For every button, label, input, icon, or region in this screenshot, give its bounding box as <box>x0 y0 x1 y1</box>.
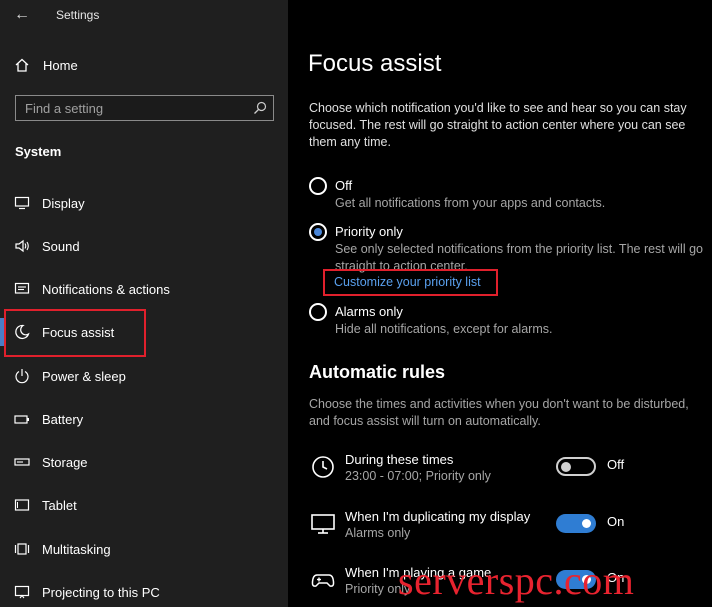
watermark: serverspc.com <box>398 558 635 603</box>
storage-icon <box>14 458 30 466</box>
radio-description: Get all notifications from your apps and… <box>335 196 606 210</box>
projecting-icon <box>14 585 30 599</box>
radio-label: Alarms only <box>335 304 403 319</box>
rule-during-these-times[interactable]: During these times 23:00 - 07:00; Priori… <box>309 452 709 492</box>
speaker-icon <box>15 239 29 253</box>
window-title: Settings <box>56 8 100 22</box>
main-content: Focus assist Choose which notification y… <box>288 0 712 607</box>
rule-label: During these times <box>345 452 454 467</box>
rule-duplicating-display[interactable]: When I'm duplicating my display Alarms o… <box>309 509 709 549</box>
radio-description: Hide all notifications, except for alarm… <box>335 322 553 336</box>
rule-label: When I'm duplicating my display <box>345 509 531 524</box>
sidebar-item-battery[interactable]: Battery <box>0 399 288 439</box>
sidebar-item-projecting[interactable]: Projecting to this PC <box>0 572 288 607</box>
section-description: Choose the times and activities when you… <box>309 397 689 428</box>
search-input[interactable] <box>16 96 246 120</box>
toggle-switch[interactable] <box>556 457 596 476</box>
sidebar-item-multitasking[interactable]: Multitasking <box>0 529 288 569</box>
sidebar-item-label: Power & sleep <box>42 369 126 384</box>
sidebar-item-label: Multitasking <box>42 542 111 557</box>
rule-subtitle: Alarms only <box>345 526 411 540</box>
page-description: Choose which notification you'd like to … <box>309 101 687 149</box>
power-icon <box>15 369 29 384</box>
search-icon[interactable] <box>253 101 267 115</box>
search-box[interactable] <box>15 95 274 121</box>
sidebar-item-home[interactable]: Home <box>0 52 288 80</box>
monitor-icon <box>14 196 30 210</box>
toggle-state-label: Off <box>607 457 625 472</box>
sidebar-item-label: Battery <box>42 412 84 427</box>
radio-button-checked[interactable] <box>309 223 327 241</box>
page-title: Focus assist <box>308 50 442 77</box>
rule-subtitle: 23:00 - 07:00; Priority only <box>345 469 491 483</box>
highlight-box <box>323 269 498 296</box>
sidebar-item-tablet[interactable]: Tablet <box>0 485 288 525</box>
back-arrow-icon[interactable]: ← <box>12 6 32 24</box>
gamepad-icon <box>311 574 335 587</box>
tablet-icon <box>14 499 30 511</box>
sidebar-item-display[interactable]: Display <box>0 183 288 223</box>
notification-icon <box>14 282 30 294</box>
sidebar-item-label: Projecting to this PC <box>42 585 160 600</box>
sidebar-item-label: Sound <box>42 239 80 254</box>
section-heading: Automatic rules <box>309 362 446 382</box>
toggle-switch[interactable] <box>556 514 596 533</box>
multitasking-icon <box>14 543 30 555</box>
radio-button[interactable] <box>309 177 327 195</box>
radio-label: Priority only <box>335 224 403 239</box>
title-bar: ← Settings <box>0 0 288 30</box>
toggle-state-label: On <box>607 514 625 529</box>
sidebar-item-label: Home <box>43 58 78 73</box>
home-icon <box>15 58 29 72</box>
radio-label: Off <box>335 178 353 193</box>
sidebar-item-label: Display <box>42 196 85 211</box>
sidebar-item-power-sleep[interactable]: Power & sleep <box>0 356 288 396</box>
sidebar: ← Settings Home System Display Sound Not… <box>0 0 288 607</box>
sidebar-item-storage[interactable]: Storage <box>0 442 288 482</box>
sidebar-item-sound[interactable]: Sound <box>0 226 288 266</box>
sidebar-item-notifications[interactable]: Notifications & actions <box>0 269 288 309</box>
sidebar-item-label: Tablet <box>42 498 77 513</box>
radio-button[interactable] <box>309 303 327 321</box>
highlight-box <box>4 309 146 357</box>
sidebar-item-label: Notifications & actions <box>42 282 170 297</box>
display-icon <box>311 514 335 534</box>
battery-icon <box>14 415 29 424</box>
section-title: System <box>15 144 62 159</box>
sidebar-item-label: Storage <box>42 455 88 470</box>
clock-icon <box>312 456 334 478</box>
